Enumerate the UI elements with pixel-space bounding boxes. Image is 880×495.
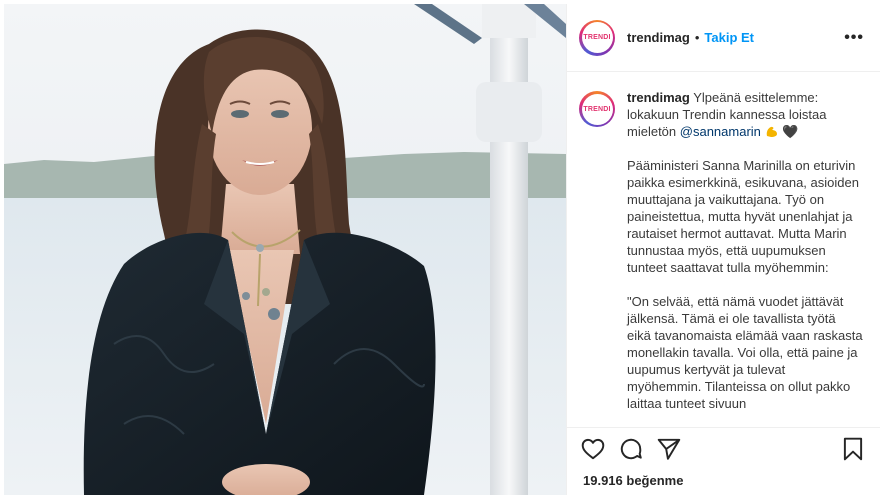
mention-link[interactable]: @sannamarin [680, 124, 761, 139]
action-icons-row [580, 436, 866, 464]
profile-avatar[interactable]: TRENDI [579, 19, 615, 56]
more-options-icon[interactable]: ••• [844, 29, 864, 47]
follow-button[interactable]: Takip Et [704, 30, 754, 45]
post-sidebar: TRENDI trendimag • Takip Et ••• TRENDI t… [566, 4, 880, 495]
caption-paragraph-3: "On selvää, että nämä vuodet jättävät jä… [627, 294, 863, 411]
caption-text: trendimag Ylpeänä esittelemme: lokakuun … [627, 89, 863, 427]
post-image[interactable] [4, 4, 566, 495]
likes-count[interactable]: 19.916 beğenme [583, 473, 683, 488]
header-separator: • [694, 30, 700, 45]
avatar-logo: TRENDI [581, 93, 613, 125]
likes-label: beğenme [626, 473, 684, 488]
avatar-logo-text: TRENDI [583, 105, 611, 113]
heart-icon[interactable] [580, 436, 606, 462]
muscle-emoji-icon [766, 126, 777, 137]
share-icon[interactable] [656, 436, 682, 462]
post-header: TRENDI trendimag • Takip Et ••• [567, 4, 880, 72]
avatar-logo: TRENDI [581, 22, 613, 53]
comment-icon[interactable] [618, 436, 644, 462]
action-bar: 19.916 beğenme [567, 427, 880, 495]
caption-avatar[interactable]: TRENDI [579, 91, 615, 127]
avatar-logo-text: TRENDI [583, 34, 611, 41]
caption-paragraph-2: Pääministeri Sanna Marinilla on eturivin… [627, 158, 859, 275]
likes-number: 19.916 [583, 473, 623, 488]
bookmark-icon[interactable] [840, 436, 866, 462]
header-username[interactable]: trendimag [627, 30, 690, 45]
caption-area: TRENDI trendimag Ylpeänä esittelemme: lo… [567, 73, 879, 427]
portrait-photo [4, 4, 566, 495]
caption-first-paragraph: trendimag Ylpeänä esittelemme: lokakuun … [627, 89, 863, 140]
caption-username[interactable]: trendimag [627, 90, 690, 105]
black-heart-emoji-icon: 🖤 [782, 124, 799, 139]
